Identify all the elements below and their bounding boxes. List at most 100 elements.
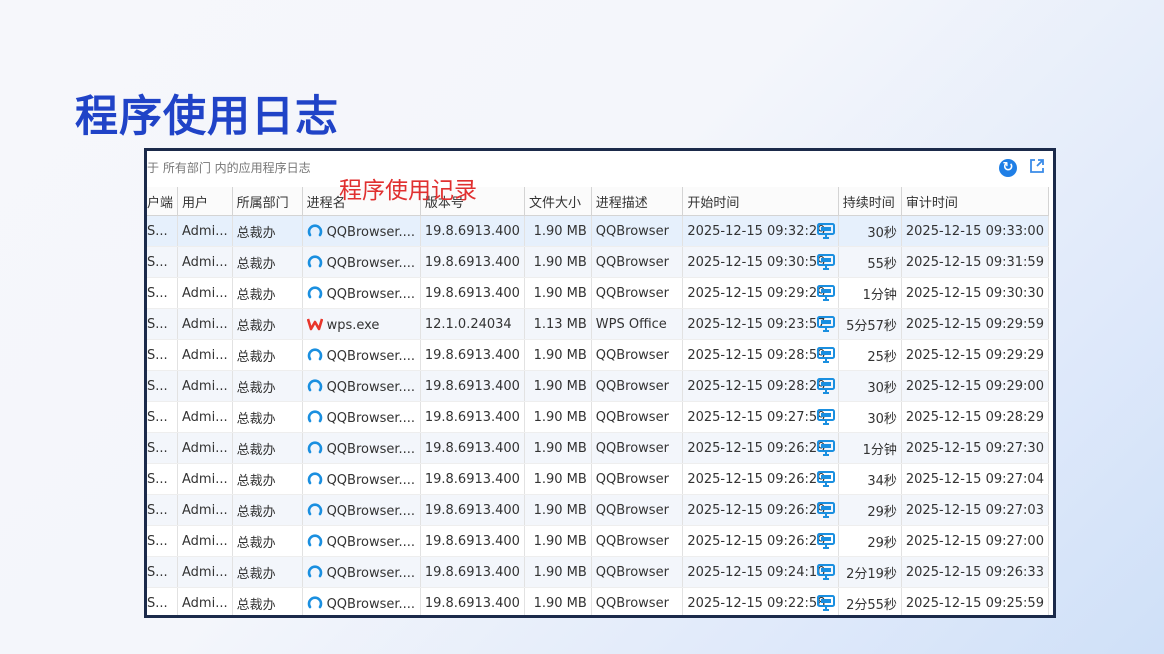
cell-start-time: 2025-12-15 09:27:59 xyxy=(682,401,839,433)
cell-duration: 30秒 xyxy=(838,370,902,402)
table-row[interactable]: S... Admi... 总裁办 QQBrowser.... 19.8.6913.400… xyxy=(147,556,1050,588)
cell-description: QQBrowser xyxy=(591,370,684,402)
start-time: 2025-12-15 09:26:29 xyxy=(687,471,826,487)
table-row[interactable]: S... Admi... 总裁办 QQBrowser.... 19.8.6913.400… xyxy=(147,401,1050,433)
cell-dept: 总裁办 xyxy=(232,215,303,247)
table-row[interactable]: S... Admi... 总裁办 QQBrowser.... 19.8.6913.400… xyxy=(147,215,1050,247)
monitor-icon[interactable] xyxy=(816,285,835,301)
cell-dept: 总裁办 xyxy=(232,277,303,309)
cell-start-time: 2025-12-15 09:26:29 xyxy=(682,463,839,495)
table-row[interactable]: S... Admi... 总裁办 QQBrowser.... 19.8.6913.400… xyxy=(147,370,1050,402)
monitor-icon[interactable] xyxy=(816,595,835,611)
start-time: 2025-12-15 09:26:29 xyxy=(687,502,826,518)
table-row[interactable]: S... Admi... 总裁办 QQBrowser.... 19.8.6913.400… xyxy=(147,525,1050,557)
table-row[interactable]: S... Admi... 总裁办 wps.exe 12.1.0.24034 1.13 MB… xyxy=(147,308,1050,340)
cell-size: 1.90 MB xyxy=(524,463,592,495)
cell-version: 19.8.6913.400 xyxy=(420,556,525,588)
monitor-icon[interactable] xyxy=(816,409,835,425)
monitor-icon[interactable] xyxy=(816,440,835,456)
table-row[interactable]: S... Admi... 总裁办 QQBrowser.... 19.8.6913.400… xyxy=(147,432,1050,464)
monitor-icon[interactable] xyxy=(816,564,835,580)
cell-user: Admi... xyxy=(177,525,233,557)
col-client-header[interactable]: 户端 xyxy=(147,187,179,216)
qqbrowser-icon xyxy=(307,440,323,456)
cell-description: QQBrowser xyxy=(591,215,684,247)
log-table: 户端 用户 所属部门 进程名 版本号 文件大小 进程描述 开始时间 持续时间 审计时间 S... A… xyxy=(147,187,1050,615)
app-log-window: 于 所有部门 内的应用程序日志 ↻ 程序使用记录 户端 用户 所属部门 进程名 版本号文… xyxy=(144,148,1056,618)
monitor-icon[interactable] xyxy=(816,316,835,332)
cell-audit-time: 2025-12-15 09:27:30 xyxy=(901,432,1050,464)
cell-client: S... xyxy=(147,339,179,371)
cell-dept: 总裁办 xyxy=(232,246,303,278)
cell-client: S... xyxy=(147,370,179,402)
col-description-header[interactable]: 进程描述 xyxy=(591,187,684,216)
col-audit-time-header[interactable]: 审计时间 xyxy=(901,187,1050,216)
cell-description: QQBrowser xyxy=(591,587,684,615)
monitor-icon[interactable] xyxy=(816,254,835,270)
export-icon[interactable] xyxy=(1027,157,1047,177)
monitor-icon[interactable] xyxy=(816,223,835,239)
table-row[interactable]: S... Admi... 总裁办 QQBrowser.... 19.8.6913.400… xyxy=(147,494,1050,526)
monitor-icon[interactable] xyxy=(816,347,835,363)
qqbrowser-icon xyxy=(307,409,323,425)
cell-dept: 总裁办 xyxy=(232,308,303,340)
window-header: 于 所有部门 内的应用程序日志 ↻ xyxy=(147,151,1053,187)
cell-client: S... xyxy=(147,525,179,557)
col-dept-header[interactable]: 所属部门 xyxy=(232,187,303,216)
cell-start-time: 2025-12-15 09:22:58 xyxy=(682,587,839,615)
page-title: 程序使用日志 xyxy=(75,92,339,142)
cell-user: Admi... xyxy=(177,339,233,371)
cell-start-time: 2025-12-15 09:32:29 xyxy=(682,215,839,247)
cell-audit-time: 2025-12-15 09:28:29 xyxy=(901,401,1050,433)
table-body: S... Admi... 总裁办 QQBrowser.... 19.8.6913.400… xyxy=(147,215,1050,615)
cell-dept: 总裁办 xyxy=(232,432,303,464)
cell-dept: 总裁办 xyxy=(232,587,303,615)
qqbrowser-icon xyxy=(307,471,323,487)
cell-process: QQBrowser.... xyxy=(302,277,421,309)
cell-version: 19.8.6913.400 xyxy=(420,370,525,402)
qqbrowser-icon xyxy=(307,347,323,363)
process-name: QQBrowser.... xyxy=(326,379,416,395)
monitor-icon[interactable] xyxy=(816,533,835,549)
cell-version: 19.8.6913.400 xyxy=(420,277,525,309)
wps-icon xyxy=(306,316,323,332)
refresh-icon[interactable]: ↻ xyxy=(999,159,1017,177)
cell-version: 19.8.6913.400 xyxy=(420,494,525,526)
cell-process: wps.exe xyxy=(302,308,421,340)
start-time: 2025-12-15 09:26:29 xyxy=(687,440,826,456)
cell-description: QQBrowser xyxy=(591,432,684,464)
cell-duration: 55秒 xyxy=(838,246,902,278)
table-row[interactable]: S... Admi... 总裁办 QQBrowser.... 19.8.6913.400… xyxy=(147,246,1050,278)
cell-duration: 2分19秒 xyxy=(838,556,902,588)
col-size-header[interactable]: 文件大小 xyxy=(524,187,592,216)
process-name: QQBrowser.... xyxy=(326,224,416,240)
col-duration-header[interactable]: 持续时间 xyxy=(838,187,902,216)
cell-client: S... xyxy=(147,556,179,588)
cell-duration: 29秒 xyxy=(838,525,902,557)
monitor-icon[interactable] xyxy=(816,378,835,394)
cell-duration: 29秒 xyxy=(838,494,902,526)
cell-process: QQBrowser.... xyxy=(302,463,421,495)
table-row[interactable]: S... Admi... 总裁办 QQBrowser.... 19.8.6913.400… xyxy=(147,339,1050,371)
cell-version: 19.8.6913.400 xyxy=(420,463,525,495)
monitor-icon[interactable] xyxy=(816,502,835,518)
cell-size: 1.90 MB xyxy=(524,556,592,588)
col-start-time-header[interactable]: 开始时间 xyxy=(682,187,839,216)
cell-duration: 30秒 xyxy=(838,215,902,247)
table-row[interactable]: S... Admi... 总裁办 QQBrowser.... 19.8.6913.400… xyxy=(147,463,1050,495)
monitor-icon[interactable] xyxy=(816,471,835,487)
cell-start-time: 2025-12-15 09:30:59 xyxy=(682,246,839,278)
table-row[interactable]: S... Admi... 总裁办 QQBrowser.... 19.8.6913.400… xyxy=(147,277,1050,309)
cell-description: QQBrowser xyxy=(591,246,684,278)
start-time: 2025-12-15 09:26:29 xyxy=(687,533,826,549)
cell-description: QQBrowser xyxy=(591,463,684,495)
cell-dept: 总裁办 xyxy=(232,463,303,495)
table-row[interactable]: S... Admi... 总裁办 QQBrowser.... 19.8.6913.400… xyxy=(147,587,1050,615)
col-user-header[interactable]: 用户 xyxy=(177,187,233,216)
cell-size: 1.90 MB xyxy=(524,370,592,402)
cell-duration: 1分钟 xyxy=(838,277,902,309)
header-caption: 于 所有部门 内的应用程序日志 xyxy=(147,161,311,175)
cell-version: 19.8.6913.400 xyxy=(420,246,525,278)
qqbrowser-icon xyxy=(307,254,323,270)
process-name: QQBrowser.... xyxy=(326,472,416,488)
